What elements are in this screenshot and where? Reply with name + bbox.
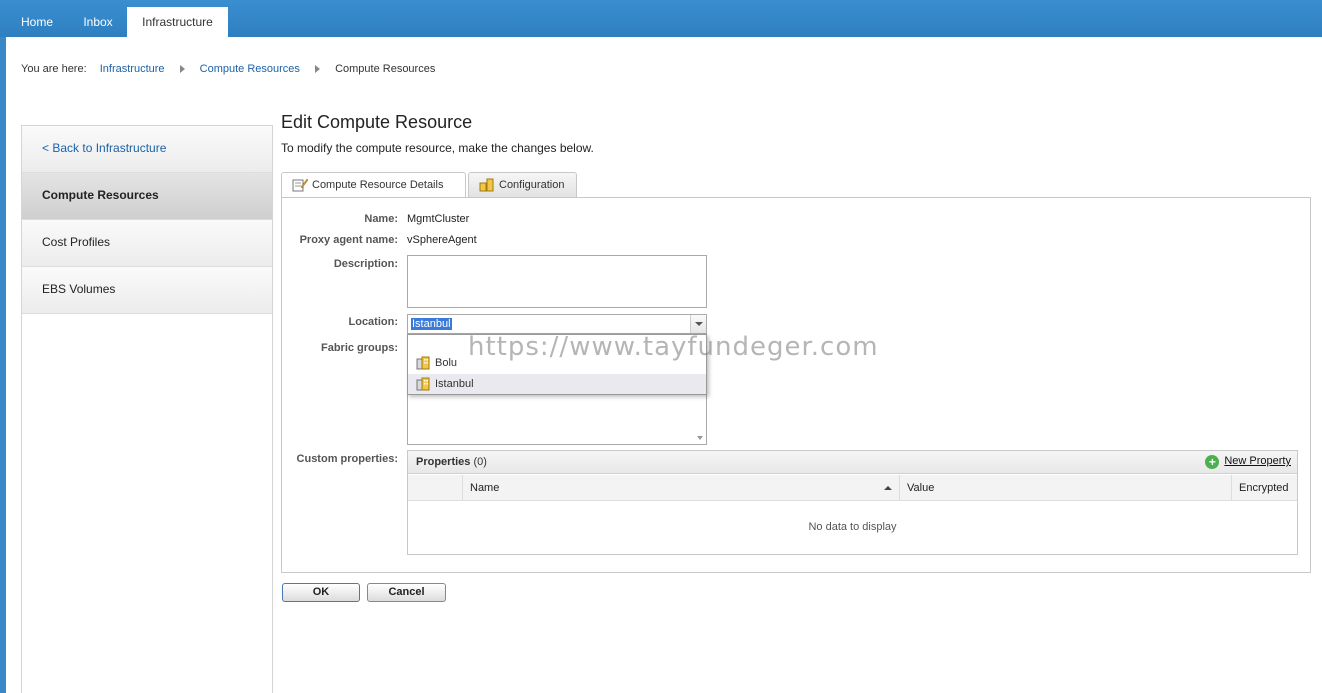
name-label: Name: bbox=[364, 213, 398, 225]
details-panel: Name: MgmtCluster Proxy agent name: vSph… bbox=[281, 197, 1311, 573]
location-label: Location: bbox=[348, 316, 399, 328]
breadcrumb-compute-resources[interactable]: Compute Resources bbox=[200, 63, 300, 75]
proxy-agent-label: Proxy agent name: bbox=[299, 234, 398, 246]
proxy-agent-value: vSphereAgent bbox=[407, 234, 477, 246]
location-option-label: Bolu bbox=[435, 357, 458, 369]
location-option-bolu[interactable]: Bolu bbox=[408, 353, 706, 373]
scroll-down-icon[interactable] bbox=[697, 436, 703, 440]
nav-tab-home[interactable]: Home bbox=[8, 7, 66, 37]
column-select[interactable] bbox=[408, 475, 462, 501]
sidebar-item-compute-resources[interactable]: Compute Resources bbox=[22, 173, 272, 220]
empty-grid-message: No data to display bbox=[808, 521, 897, 533]
properties-count: (0) bbox=[473, 456, 487, 468]
main-content: Edit Compute Resource To modify the comp… bbox=[281, 112, 1311, 573]
sidebar-item-ebs-volumes[interactable]: EBS Volumes bbox=[22, 267, 272, 314]
location-option-label: Istanbul bbox=[435, 378, 474, 390]
location-dropdown-list: Bolu Istanbul bbox=[407, 334, 707, 395]
sidebar-back-link[interactable]: < Back to Infrastructure bbox=[22, 126, 272, 173]
description-label: Description: bbox=[333, 258, 398, 270]
tab-label: Configuration bbox=[499, 179, 565, 191]
top-navigation-bar: Home Inbox Infrastructure bbox=[0, 0, 1322, 37]
page-content: You are here: Infrastructure Compute Res… bbox=[6, 37, 1322, 693]
building-icon bbox=[416, 377, 430, 391]
sidebar-item-cost-profiles[interactable]: Cost Profiles bbox=[22, 220, 272, 267]
location-selected-text: Istanbul bbox=[411, 318, 452, 330]
breadcrumb-infrastructure[interactable]: Infrastructure bbox=[100, 63, 165, 75]
column-header-value[interactable]: Value bbox=[899, 475, 1231, 501]
ok-button[interactable]: OK bbox=[282, 583, 360, 602]
column-header-encrypted[interactable]: Encrypted bbox=[1231, 475, 1297, 501]
breadcrumb-separator-icon bbox=[315, 65, 320, 74]
breadcrumb-current: Compute Resources bbox=[335, 63, 436, 76]
properties-header: Properties (0) + New Property bbox=[408, 451, 1297, 474]
configuration-icon bbox=[479, 178, 494, 192]
nav-tab-infrastructure[interactable]: Infrastructure bbox=[127, 7, 228, 37]
sort-ascending-icon bbox=[884, 486, 892, 490]
new-property-button[interactable]: + New Property bbox=[1205, 455, 1291, 469]
page-title: Edit Compute Resource bbox=[281, 112, 473, 132]
cancel-button[interactable]: Cancel bbox=[367, 583, 446, 602]
custom-properties-label: Custom properties: bbox=[296, 453, 398, 465]
tab-label: Compute Resource Details bbox=[312, 179, 444, 191]
nav-tab-inbox[interactable]: Inbox bbox=[70, 7, 126, 37]
new-property-label: New Property bbox=[1224, 455, 1291, 467]
location-combobox[interactable]: Istanbul bbox=[407, 314, 707, 334]
sidebar: < Back to Infrastructure Compute Resourc… bbox=[21, 125, 273, 693]
edit-document-icon bbox=[292, 178, 308, 192]
description-textarea[interactable] bbox=[407, 255, 707, 308]
building-icon bbox=[416, 356, 430, 370]
custom-properties-grid: Properties (0) + New Property Name Value bbox=[407, 450, 1298, 555]
fabric-groups-label: Fabric groups: bbox=[320, 342, 398, 354]
column-header-name-text: Name bbox=[470, 482, 500, 494]
name-value: MgmtCluster bbox=[407, 213, 470, 225]
add-circle-icon: + bbox=[1205, 455, 1220, 469]
tab-compute-resource-details[interactable]: Compute Resource Details bbox=[281, 172, 466, 198]
properties-title: Properties (0) bbox=[416, 456, 487, 468]
breadcrumb-separator-icon bbox=[179, 65, 185, 74]
location-option-istanbul[interactable]: Istanbul bbox=[408, 374, 706, 394]
tab-configuration[interactable]: Configuration bbox=[468, 172, 577, 197]
properties-column-headers: Name Value Encrypted bbox=[408, 475, 1297, 501]
chevron-down-icon[interactable] bbox=[690, 315, 706, 333]
properties-title-text: Properties bbox=[416, 456, 471, 468]
column-header-name[interactable]: Name bbox=[462, 475, 899, 501]
page-subtitle: To modify the compute resource, make the… bbox=[281, 141, 594, 155]
breadcrumb: You are here: Infrastructure Compute Res… bbox=[21, 63, 435, 75]
breadcrumb-prefix: You are here: bbox=[21, 63, 87, 76]
